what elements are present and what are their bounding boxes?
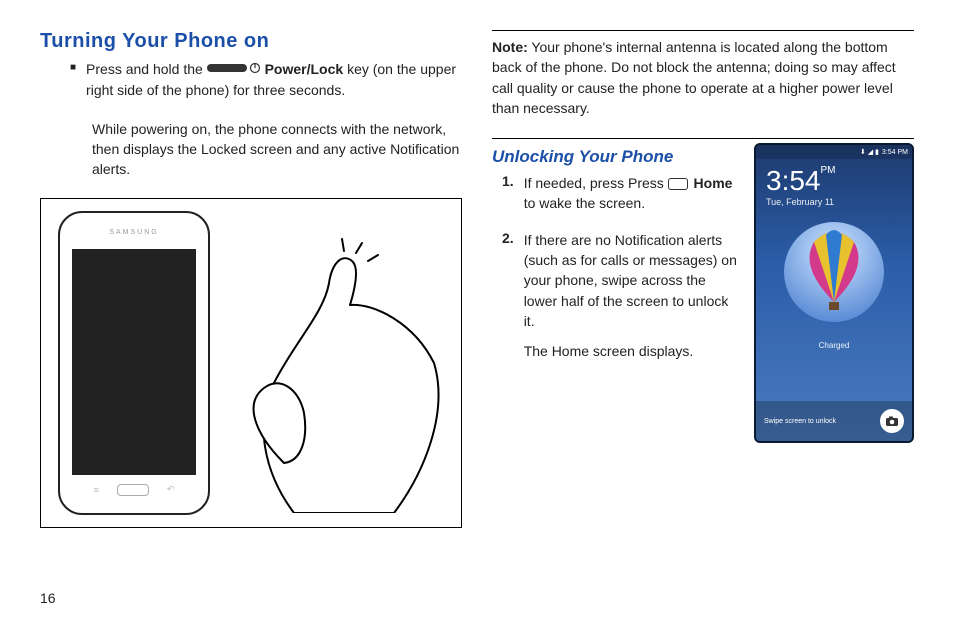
horizontal-rule <box>492 30 914 31</box>
step-text: If there are no Notification alerts (suc… <box>524 230 740 331</box>
lock-clock: 3:54PM <box>756 159 912 197</box>
step-number: 2. <box>502 230 514 372</box>
menu-softkey-icon: ≡ <box>94 485 99 495</box>
balloon-wallpaper-icon <box>774 217 894 337</box>
power-key-label: Power/Lock <box>265 61 344 77</box>
home-button-icon <box>117 484 149 496</box>
back-softkey-icon: ↶ <box>167 484 175 495</box>
ordered-step-1: 1. If needed, press Press Home to wake t… <box>502 173 740 224</box>
bullet-square-icon: ■ <box>70 59 76 111</box>
page-number: 16 <box>40 560 462 606</box>
bullet-text: Press and hold the Power/Lock key (on th… <box>86 59 462 101</box>
note-label: Note: <box>492 39 528 55</box>
note-text: Your phone's internal antenna is located… <box>492 39 896 116</box>
section-heading-turning-on: Turning Your Phone on <box>40 30 462 53</box>
lock-time-pm: PM <box>821 165 836 176</box>
paragraph: While powering on, the phone connects wi… <box>92 119 462 180</box>
lock-date: Tue, February 11 <box>756 197 912 213</box>
lock-time-value: 3:54 <box>766 165 821 196</box>
text-fragment: Press and hold the <box>86 61 207 77</box>
ordered-step-2: 2. If there are no Notification alerts (… <box>502 230 740 372</box>
text-fragment: If needed, press Press <box>524 175 668 191</box>
bullet-item: ■ Press and hold the Power/Lock key (on … <box>70 59 462 111</box>
phone-device-outline: SAMSUNG ≡ ↶ <box>58 211 210 515</box>
charged-label: Charged <box>756 341 912 350</box>
note-paragraph: Note: Your phone's internal antenna is l… <box>492 37 914 118</box>
swipe-hint: Swipe screen to unlock <box>764 418 836 425</box>
phone-screen-off <box>72 249 196 475</box>
status-time: 3:54 PM <box>882 149 908 156</box>
home-key-icon <box>668 178 688 190</box>
phone-hand-illustration: SAMSUNG ≡ ↶ <box>40 198 462 528</box>
hand-pressing-icon <box>224 213 444 513</box>
subsection-heading-unlocking: Unlocking Your Phone <box>492 147 740 167</box>
step-after-text: The Home screen displays. <box>524 341 740 361</box>
lockscreen-bottom-bar: Swipe screen to unlock <box>756 401 912 441</box>
camera-shortcut-icon <box>880 409 904 433</box>
phone-button-row: ≡ ↶ <box>60 475 208 505</box>
horizontal-rule <box>492 138 914 139</box>
status-icons: ⬇ ◢ ▮ <box>860 148 879 156</box>
phone-brand-label: SAMSUNG <box>60 221 208 245</box>
status-bar: ⬇ ◢ ▮ 3:54 PM <box>756 145 912 159</box>
step-number: 1. <box>502 173 514 224</box>
step-text: If needed, press Press Home to wake the … <box>524 173 740 214</box>
text-fragment: to wake the screen. <box>524 195 645 211</box>
lockscreen-screenshot: ⬇ ◢ ▮ 3:54 PM 3:54PM Tue, February 11 <box>754 143 914 443</box>
home-label: Home <box>694 175 733 191</box>
power-key-icon <box>207 60 261 80</box>
